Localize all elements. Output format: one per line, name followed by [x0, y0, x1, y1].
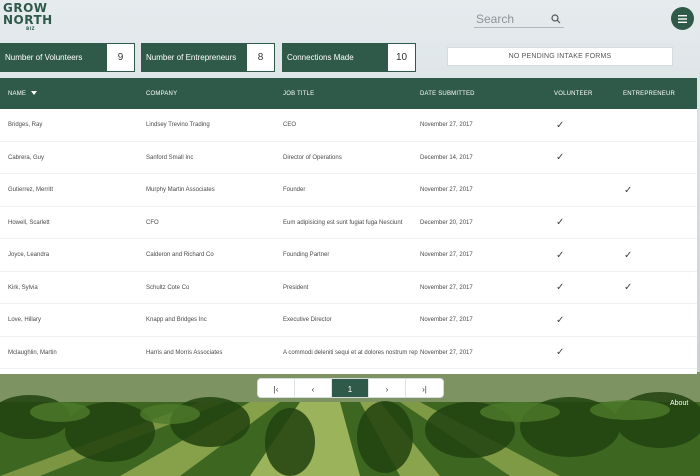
column-header-entrepreneur[interactable]: ENTREPRENEUR: [623, 78, 675, 109]
cell-company: Harris and Morris Associates: [146, 349, 223, 356]
cell-date-submitted: December 14, 2017: [420, 154, 473, 161]
volunteer-check-icon: ✓: [556, 152, 565, 163]
cell-date-submitted: November 27, 2017: [420, 317, 473, 323]
stat-value: 10: [388, 44, 415, 71]
table-row[interactable]: Joyce, Leandra Calderon and Richard Co Fou…: [0, 239, 697, 272]
stat-label: Number of Volunteers: [5, 53, 83, 62]
cell-date-submitted: November 27, 2017: [420, 284, 473, 291]
prev-page-button[interactable]: ‹: [295, 379, 332, 397]
about-link[interactable]: About: [670, 400, 688, 407]
cell-company: CFO: [146, 219, 159, 226]
entrepreneur-check-icon: ✓: [624, 249, 633, 261]
cell-job-title: Founding Partner: [283, 252, 330, 258]
search-bar: [474, 10, 564, 28]
entrepreneur-check-icon: ✓: [624, 184, 633, 196]
volunteer-check-icon: ✓: [556, 119, 565, 131]
volunteer-check-icon: ✓: [556, 282, 565, 293]
stat-value: 8: [247, 44, 274, 71]
cell-job-title: Executive Director: [283, 317, 332, 323]
stat-connections: Connections Made 10: [282, 43, 416, 72]
cell-company: Knapp and Bridges Inc: [146, 317, 207, 323]
table-row[interactable]: Bridges, Ray Lindsey Trevino Trading CEO No…: [0, 109, 697, 142]
stat-value: 9: [107, 44, 134, 71]
page-button-current[interactable]: 1: [332, 379, 369, 397]
logo-line-2: NORTH: [3, 13, 53, 27]
menu-button[interactable]: [671, 7, 694, 30]
table-row[interactable]: Mclaughlin, Martin Harris and Morris Asso…: [0, 337, 697, 369]
search-input[interactable]: [474, 11, 550, 26]
hamburger-icon: [678, 10, 687, 28]
cell-name: Gutierrez, Merritt: [8, 187, 54, 193]
column-header-job-title[interactable]: JOB TITLE: [283, 78, 314, 109]
cell-name: Kirk, Sylvia: [8, 284, 38, 291]
cell-name: Cabrera, Guy: [8, 154, 45, 161]
column-header-name[interactable]: NAME: [8, 78, 38, 109]
contacts-table: NAME COMPANY JOB TITLE DATE SUBMITTED VO…: [0, 78, 697, 374]
cell-date-submitted: November 27, 2017: [420, 187, 473, 193]
search-icon[interactable]: [550, 13, 562, 25]
intake-forms-button[interactable]: NO PENDING INTAKE FORMS: [447, 47, 673, 66]
cell-company: Murphy Martin Associates: [146, 187, 215, 193]
stat-label: Number of Entrepreneurs: [146, 53, 237, 62]
cell-job-title: Director of Operations: [283, 154, 342, 161]
cell-date-submitted: November 27, 2017: [420, 252, 473, 258]
cell-name: Bridges, Ray: [8, 122, 43, 128]
column-header-label: NAME: [8, 90, 27, 97]
volunteer-check-icon: ✓: [556, 347, 565, 358]
cell-job-title: Eum adipisicing est sunt fugiat fuga Nes…: [283, 219, 403, 226]
cell-company: Schultz Cote Co: [146, 284, 190, 291]
table-row[interactable]: Howell, Scarlett CFO Eum adipisicing est s…: [0, 207, 697, 239]
cell-date-submitted: December 20, 2017: [420, 219, 473, 226]
volunteer-check-icon: ✓: [556, 217, 565, 228]
table-row[interactable]: Love, Hillary Knapp and Bridges Inc Execut…: [0, 304, 697, 337]
cell-job-title: A commodi deleniti sequi et at dolores n…: [283, 349, 418, 356]
cell-company: Lindsey Trevino Trading: [146, 122, 210, 128]
table-row[interactable]: Cabrera, Guy Sanford Small Inc Director of…: [0, 142, 697, 174]
cell-job-title: Founder: [283, 187, 306, 193]
last-page-button[interactable]: ›|: [406, 379, 443, 397]
sort-down-icon: [31, 90, 38, 97]
column-header-company[interactable]: COMPANY: [146, 78, 177, 109]
cell-name: Mclaughlin, Martin: [8, 349, 57, 356]
cell-job-title: CEO: [283, 122, 297, 128]
cell-name: Howell, Scarlett: [8, 219, 50, 226]
column-header-date-submitted[interactable]: DATE SUBMITTED: [420, 78, 475, 109]
cell-job-title: President: [283, 284, 309, 291]
cell-name: Love, Hillary: [8, 317, 42, 323]
table-row[interactable]: Gutierrez, Merritt Murphy Martin Associat…: [0, 174, 697, 207]
volunteer-check-icon: ✓: [556, 249, 565, 261]
table-body: Bridges, Ray Lindsey Trevino Trading CEO No…: [0, 109, 697, 369]
first-page-button[interactable]: |‹: [258, 379, 295, 397]
cell-date-submitted: November 27, 2017: [420, 122, 473, 128]
cell-name: Joyce, Leandra: [8, 252, 50, 258]
stat-entrepreneurs: Number of Entrepreneurs 8: [141, 43, 275, 72]
column-header-volunteer[interactable]: VOLUNTEER: [554, 78, 592, 109]
table-row[interactable]: Kirk, Sylvia Schultz Cote Co President Nove…: [0, 272, 697, 304]
volunteer-check-icon: ✓: [556, 314, 565, 326]
table-header: NAME COMPANY JOB TITLE DATE SUBMITTED VO…: [0, 78, 697, 109]
entrepreneur-check-icon: ✓: [624, 282, 633, 293]
pagination: |‹ ‹ 1 › ›|: [257, 378, 444, 398]
cell-company: Sanford Small Inc: [146, 154, 194, 161]
grow-north-logo[interactable]: GROW NORTH BIZ: [3, 2, 53, 38]
stat-volunteers: Number of Volunteers 9: [0, 43, 135, 72]
cell-company: Calderon and Richard Co: [146, 252, 214, 258]
cell-date-submitted: November 27, 2017: [420, 349, 473, 356]
next-page-button[interactable]: ›: [369, 379, 406, 397]
stat-label: Connections Made: [287, 53, 354, 62]
